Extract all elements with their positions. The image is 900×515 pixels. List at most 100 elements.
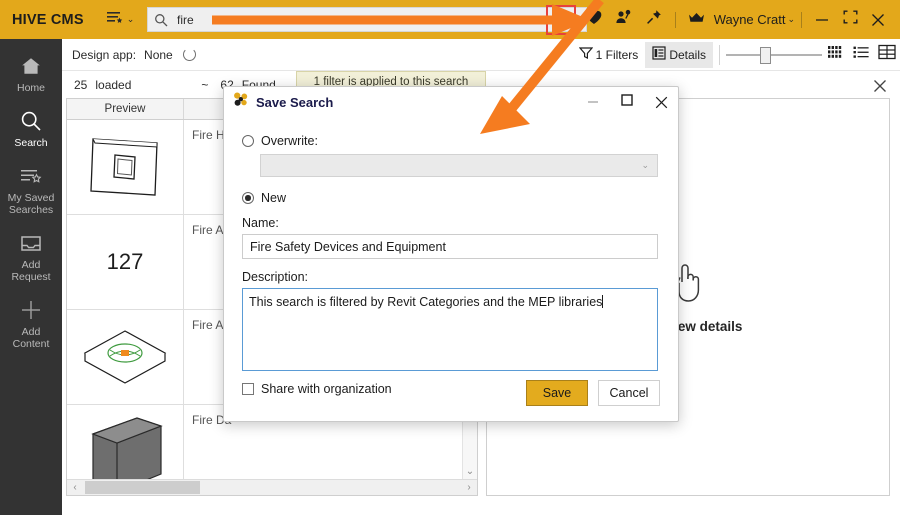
thumb-text: 127 — [107, 249, 144, 275]
maximize-icon — [621, 93, 633, 111]
share-label: Share with organization — [261, 382, 392, 396]
approx-symbol: ~ — [201, 78, 208, 92]
scroll-left-icon[interactable]: ‹ — [67, 482, 83, 493]
dialog-body: Overwrite: ⌄ New Name: Description: This… — [224, 117, 678, 396]
inbox-icon — [20, 231, 42, 255]
close-results-button[interactable] — [870, 76, 890, 96]
save-search-button[interactable] — [546, 5, 576, 35]
dialog-maximize-button[interactable] — [610, 87, 644, 117]
user-name: Wayne Cratt — [714, 12, 786, 27]
sidebar-item-home[interactable]: Home — [0, 47, 62, 102]
filters-button[interactable]: 1 Filters — [572, 42, 646, 68]
design-app-label: Design app: — [72, 48, 136, 62]
description-field-label: Description: — [242, 270, 658, 284]
sidebar-item-label: Add Content — [13, 326, 50, 350]
crown-icon — [688, 11, 705, 29]
heart-icon — [586, 10, 602, 30]
main-menu-button[interactable]: ⌄ — [106, 9, 135, 30]
dialog-close-button[interactable] — [644, 87, 678, 117]
grid-tiles-icon — [827, 45, 844, 64]
maximize-icon — [843, 10, 858, 29]
overwrite-select[interactable]: ⌄ — [260, 154, 658, 177]
title-bar: HIVE CMS ⌄ × — [0, 0, 900, 39]
minimize-window-button[interactable] — [808, 0, 836, 39]
scroll-down-icon[interactable]: ⌄ — [463, 464, 477, 479]
slider-track — [726, 54, 822, 56]
user-menu-button[interactable]: Wayne Cratt ⌄ — [712, 5, 795, 35]
table-view-icon — [878, 44, 896, 65]
pin-button[interactable] — [639, 5, 669, 35]
column-header-preview[interactable]: Preview — [67, 99, 184, 119]
search-icon — [20, 109, 42, 133]
name-field[interactable] — [242, 234, 658, 259]
new-radio[interactable] — [242, 192, 254, 204]
plus-icon — [20, 298, 42, 322]
dialog-minimize-button[interactable] — [576, 87, 610, 117]
maximize-window-button[interactable] — [836, 0, 864, 39]
person-pin-icon — [615, 9, 632, 30]
share-checkbox[interactable] — [242, 383, 254, 395]
divider — [801, 12, 802, 28]
new-radio-row[interactable]: New — [242, 191, 658, 205]
view-mode-list-button[interactable] — [848, 42, 874, 68]
text-caret — [602, 295, 603, 308]
zoom-slider[interactable] — [726, 45, 822, 65]
favorites-button[interactable] — [579, 5, 609, 35]
grid-horizontal-scrollbar[interactable]: ‹ › — [67, 479, 477, 495]
sidebar-item-my-saved-searches[interactable]: My Saved Searches — [0, 157, 62, 224]
panel-thumb — [67, 120, 184, 214]
sidebar-item-label: Home — [17, 82, 45, 94]
loaded-count: 25 — [74, 78, 87, 92]
chevron-down-icon: ⌄ — [641, 160, 657, 171]
list-view-icon — [853, 45, 869, 64]
sidebar-item-label: Add Request — [11, 259, 50, 283]
search-icon — [154, 13, 168, 27]
cancel-button[interactable]: Cancel — [598, 380, 660, 406]
close-window-button[interactable] — [864, 0, 892, 39]
details-toggle-button[interactable]: Details — [645, 42, 713, 68]
details-label: Details — [669, 48, 706, 62]
main-toolbar: Design app: None 1 Filters — [62, 39, 900, 71]
view-mode-tiles-button[interactable] — [822, 42, 848, 68]
sidebar-item-search[interactable]: Search — [0, 102, 62, 157]
left-sidebar: Home Search My Saved — [0, 39, 62, 515]
crown-badge — [682, 5, 712, 35]
save-search-dialog: Save Search — [223, 86, 679, 422]
hive-cluster-icon — [233, 92, 249, 112]
scroll-right-icon[interactable]: › — [461, 482, 477, 493]
refresh-spinner-icon[interactable] — [183, 48, 196, 61]
view-mode-table-button[interactable] — [874, 42, 900, 68]
save-floppy-icon — [552, 9, 569, 31]
name-input[interactable] — [243, 240, 657, 254]
slider-thumb[interactable] — [760, 47, 771, 64]
sidebar-item-add-request[interactable]: Add Request — [0, 224, 62, 291]
saved-search-star-icon — [19, 164, 43, 188]
description-text: This search is filtered by Revit Categor… — [249, 295, 602, 309]
toolbar-right-group: 1 Filters Details — [572, 39, 900, 71]
chevron-down-icon: ⌄ — [127, 14, 135, 25]
divider — [719, 45, 720, 65]
application-window: HIVE CMS ⌄ × — [0, 0, 900, 515]
people-button[interactable] — [609, 5, 639, 35]
overwrite-radio[interactable] — [242, 135, 254, 147]
filters-label: 1 Filters — [596, 48, 639, 62]
app-brand: HIVE CMS — [12, 12, 84, 28]
search-box[interactable]: × — [147, 7, 587, 32]
divider — [675, 12, 676, 28]
overwrite-label: Overwrite: — [261, 134, 318, 148]
sidebar-item-add-content[interactable]: Add Content — [0, 291, 62, 358]
details-list-icon — [652, 46, 666, 63]
sidebar-item-label: Search — [14, 137, 47, 149]
dialog-window-buttons — [576, 87, 678, 117]
title-bar-actions: Wayne Cratt ⌄ — [546, 0, 892, 39]
hscroll-thumb[interactable] — [85, 481, 200, 494]
design-app-value[interactable]: None — [144, 48, 173, 62]
chevron-down-icon: ⌄ — [787, 14, 795, 25]
overwrite-radio-row[interactable]: Overwrite: — [242, 134, 658, 148]
name-field-label: Name: — [242, 216, 658, 230]
save-button[interactable]: Save — [526, 380, 588, 406]
new-label: New — [261, 191, 286, 205]
search-input[interactable] — [177, 13, 570, 27]
detector-thumb — [67, 310, 184, 404]
description-field[interactable]: This search is filtered by Revit Categor… — [242, 288, 658, 371]
